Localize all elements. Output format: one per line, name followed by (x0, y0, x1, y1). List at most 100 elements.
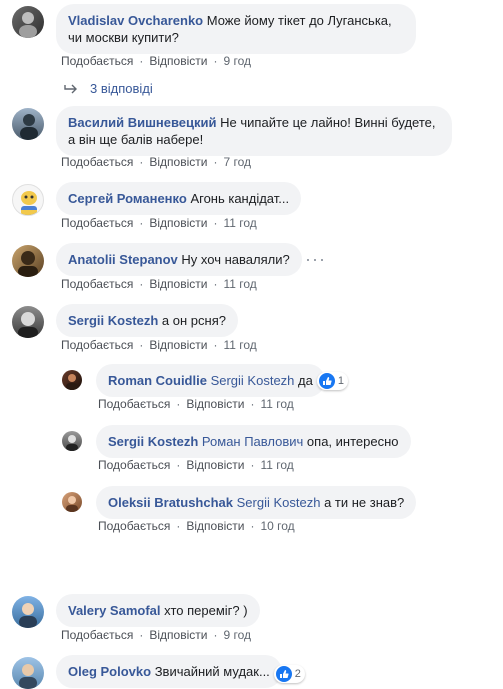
like-link[interactable]: Подобається (61, 338, 133, 352)
timestamp[interactable]: 10 год (260, 519, 294, 533)
timestamp[interactable]: 11 год (260, 397, 293, 411)
reply-link[interactable]: Відповісти (149, 155, 207, 169)
comment-actions: Подобається · Відповісти · 11 год (61, 216, 257, 230)
timestamp[interactable]: 9 год (223, 54, 251, 68)
like-link[interactable]: Подобається (61, 628, 133, 642)
comment-text: Звичайний мудак... (154, 664, 270, 679)
reply-actions: Подобається · Відповісти · 11 год (98, 397, 294, 411)
separator: · (139, 338, 144, 352)
avatar[interactable] (62, 431, 82, 451)
comment-author[interactable]: Сергей Романенко (68, 191, 187, 206)
reply-link[interactable]: Відповісти (149, 338, 207, 352)
reaction-number: 1 (337, 375, 344, 387)
separator: · (176, 519, 181, 533)
avatar[interactable] (12, 657, 44, 689)
avatar[interactable] (12, 108, 44, 140)
avatar[interactable] (12, 306, 44, 338)
reply-link[interactable]: Відповісти (186, 458, 244, 472)
comment-3: Сергей Романенко Агонь кандідат... (12, 182, 302, 216)
comment-1: Vladislav Ovcharenko Може йому тікет до … (12, 4, 416, 54)
like-link[interactable]: Подобається (98, 397, 170, 411)
reply-link[interactable]: Відповісти (149, 628, 207, 642)
avatar[interactable] (62, 370, 82, 390)
reply-author[interactable]: Roman Couidlie (108, 373, 207, 388)
separator: · (139, 54, 144, 68)
like-link[interactable]: Подобається (61, 155, 133, 169)
comment-bubble: Sergii Kostezh а он рсня? (56, 304, 238, 337)
more-options-icon[interactable]: ··· (305, 249, 326, 270)
timestamp[interactable]: 7 год (223, 155, 251, 169)
like-link[interactable]: Подобається (98, 458, 170, 472)
comment-5: Sergii Kostezh а он рсня? (12, 304, 238, 338)
reply-link[interactable]: Відповісти (149, 216, 207, 230)
comment-bubble: Василий Вишневецкий Не чипайте це лайно!… (56, 106, 452, 156)
avatar[interactable] (62, 492, 82, 512)
person-icon (18, 312, 38, 338)
separator: · (250, 458, 255, 472)
reply-bubble: Sergii Kostezh Роман Павлович опа, интер… (96, 425, 411, 458)
reply-author[interactable]: Oleksii Bratushchak (108, 495, 233, 510)
reply-author[interactable]: Sergii Kostezh (108, 434, 198, 449)
comment-bubble: Vladislav Ovcharenko Може йому тікет до … (56, 4, 416, 54)
avatar[interactable] (12, 6, 44, 38)
separator: · (139, 216, 144, 230)
comment-author[interactable]: Vladislav Ovcharenko (68, 13, 203, 28)
reply-link[interactable]: Відповісти (186, 397, 244, 411)
separator: · (250, 519, 255, 533)
reaction-count[interactable]: 2 (273, 665, 305, 683)
mention-link[interactable]: Роман Павлович (202, 434, 303, 449)
reply-arrow-icon (64, 84, 77, 93)
timestamp[interactable]: 11 год (223, 216, 256, 230)
like-link[interactable]: Подобається (61, 54, 133, 68)
timestamp[interactable]: 11 год (223, 338, 256, 352)
person-icon (19, 603, 37, 628)
comment-actions: Подобається · Відповісти · 11 год (61, 338, 257, 352)
like-link[interactable]: Подобається (98, 519, 170, 533)
mention-link[interactable]: Sergii Kostezh (211, 373, 295, 388)
timestamp[interactable]: 11 год (260, 458, 293, 472)
comment-bubble: Anatolii Stepanov Ну хоч наваляли? (56, 243, 302, 276)
comment-author[interactable]: Valery Samofal (68, 603, 161, 618)
timestamp[interactable]: 9 год (223, 628, 251, 642)
separator: · (139, 628, 144, 642)
like-icon (275, 666, 292, 682)
avatar[interactable] (12, 184, 44, 216)
reply-2: Sergii Kostezh Роман Павлович опа, интер… (62, 425, 411, 458)
reply-link[interactable]: Відповісти (149, 277, 207, 291)
comment-author[interactable]: Oleg Polovko (68, 664, 151, 679)
reply-link[interactable]: Відповісти (149, 54, 207, 68)
timestamp[interactable]: 11 год (223, 277, 256, 291)
reply-link[interactable]: Відповісти (186, 519, 244, 533)
person-icon (66, 435, 78, 451)
reply-text: опа, интересно (306, 434, 399, 449)
mention-link[interactable]: Sergii Kostezh (237, 495, 321, 510)
reaction-count[interactable]: 1 (316, 372, 348, 390)
comment-author[interactable]: Sergii Kostezh (68, 313, 158, 328)
cartoon-avatar-icon (21, 191, 37, 215)
reply-text: да (298, 373, 313, 388)
person-icon (19, 12, 37, 38)
reply-bubble: Oleksii Bratushchak Sergii Kostezh а ти … (96, 486, 417, 519)
comment-6: Valery Samofal хто переміг? ) (12, 594, 260, 628)
like-icon (318, 373, 335, 389)
view-replies-link[interactable]: 3 відповіді (64, 81, 153, 96)
replies-count-label[interactable]: 3 відповіді (90, 81, 153, 96)
comment-author[interactable]: Anatolii Stepanov (68, 252, 178, 267)
comment-text: Агонь кандідат... (190, 191, 290, 206)
like-link[interactable]: Подобається (61, 277, 133, 291)
separator: · (213, 216, 218, 230)
like-link[interactable]: Подобається (61, 216, 133, 230)
comment-actions: Подобається · Відповісти · 9 год (61, 54, 251, 68)
comment-7: Oleg Polovko Звичайний мудак... 2 (12, 655, 305, 689)
separator: · (139, 155, 144, 169)
comment-author[interactable]: Василий Вишневецкий (68, 115, 217, 130)
avatar[interactable] (12, 245, 44, 277)
separator: · (250, 397, 255, 411)
reply-text: а ти не знав? (324, 495, 405, 510)
avatar[interactable] (12, 596, 44, 628)
comment-text: а он рсня? (161, 313, 226, 328)
person-icon (66, 496, 78, 512)
reply-actions: Подобається · Відповісти · 10 год (98, 519, 295, 533)
reply-1: Roman Couidlie Sergii Kostezh да 1 (62, 364, 348, 397)
separator: · (213, 155, 218, 169)
